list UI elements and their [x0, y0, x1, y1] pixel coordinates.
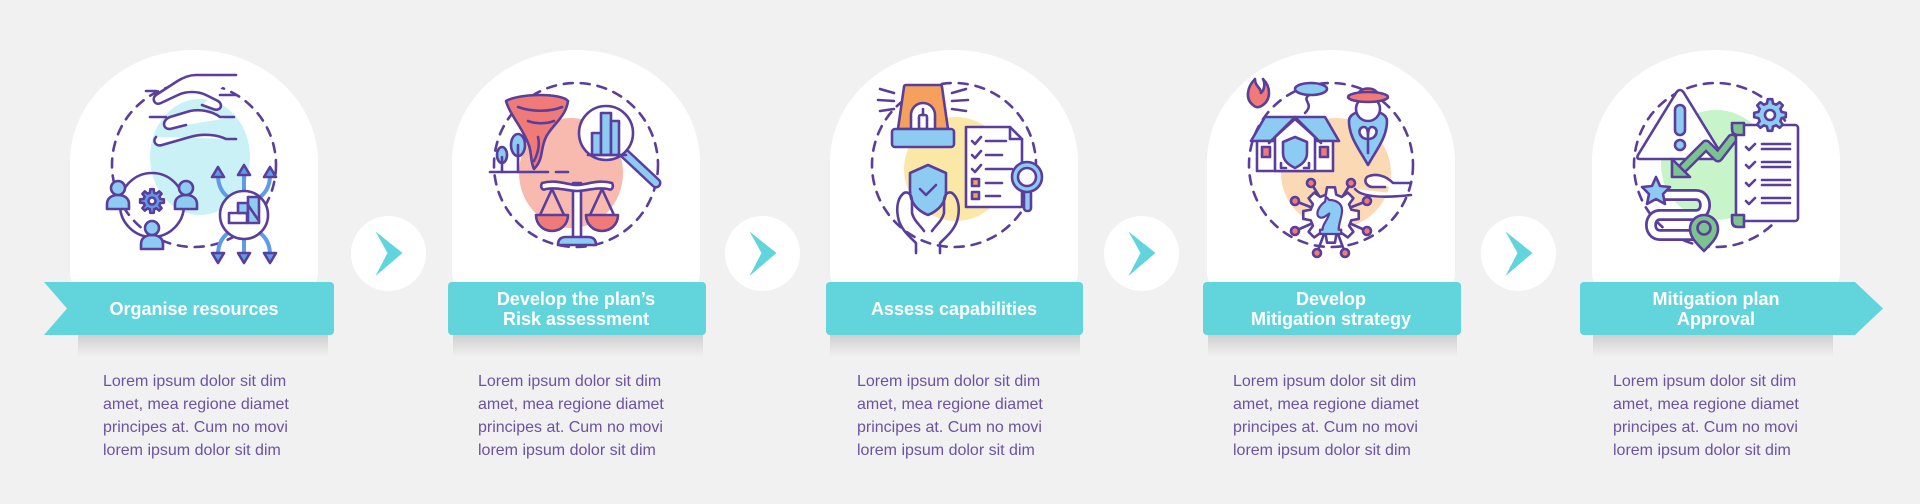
step-description-2: Lorem ipsum dolor sit dim amet, mea regi…	[478, 373, 664, 459]
banner-shadow	[1593, 335, 1833, 357]
step-title-2: Develop the plan’s Risk assessment	[496, 288, 656, 329]
step-description-5: Lorem ipsum dolor sit dim amet, mea regi…	[1613, 373, 1799, 459]
storm-icon	[1293, 81, 1329, 115]
step-title-3: Assess capabilities	[870, 298, 1038, 319]
step-description-3: Lorem ipsum dolor sit dim amet, mea regi…	[857, 373, 1043, 459]
step-title-1: Organise resources	[109, 298, 279, 319]
assess-capabilities-icon	[870, 81, 1044, 255]
chevron-right-icon	[1128, 231, 1156, 276]
banner-shadow	[1208, 335, 1457, 357]
banner-shadow	[453, 335, 703, 357]
step-title-5: Mitigation plan Approval	[1652, 288, 1780, 329]
step-connector-2	[725, 216, 800, 291]
chevron-right-icon	[749, 231, 777, 276]
organise-resources-icon	[105, 73, 278, 265]
risk-assessment-icon	[488, 81, 662, 249]
step-description-4: Lorem ipsum dolor sit dim amet, mea regi…	[1233, 373, 1419, 459]
step-connector-1	[351, 216, 426, 291]
person-icon	[105, 179, 131, 211]
siren-icon	[876, 83, 970, 149]
step-connector-4	[1481, 216, 1556, 291]
step-title-4: Develop Mitigation strategy	[1250, 288, 1411, 329]
house-shield-icon	[1249, 115, 1341, 173]
checklist-icon	[964, 125, 1024, 209]
chevron-right-icon	[375, 231, 403, 276]
location-pin-icon	[1688, 213, 1720, 253]
step-connector-3	[1104, 216, 1179, 291]
fire-icon	[1246, 77, 1271, 109]
banner-shadow	[78, 335, 328, 357]
checklist-scroll-icon	[1730, 121, 1800, 229]
mitigation-strategy-icon	[1246, 77, 1415, 259]
step-description-1: Lorem ipsum dolor sit dim amet, mea regi…	[103, 373, 289, 459]
banner-shadow	[830, 335, 1080, 357]
plan-approval-icon	[1632, 81, 1800, 253]
chevron-right-icon	[1505, 231, 1533, 276]
